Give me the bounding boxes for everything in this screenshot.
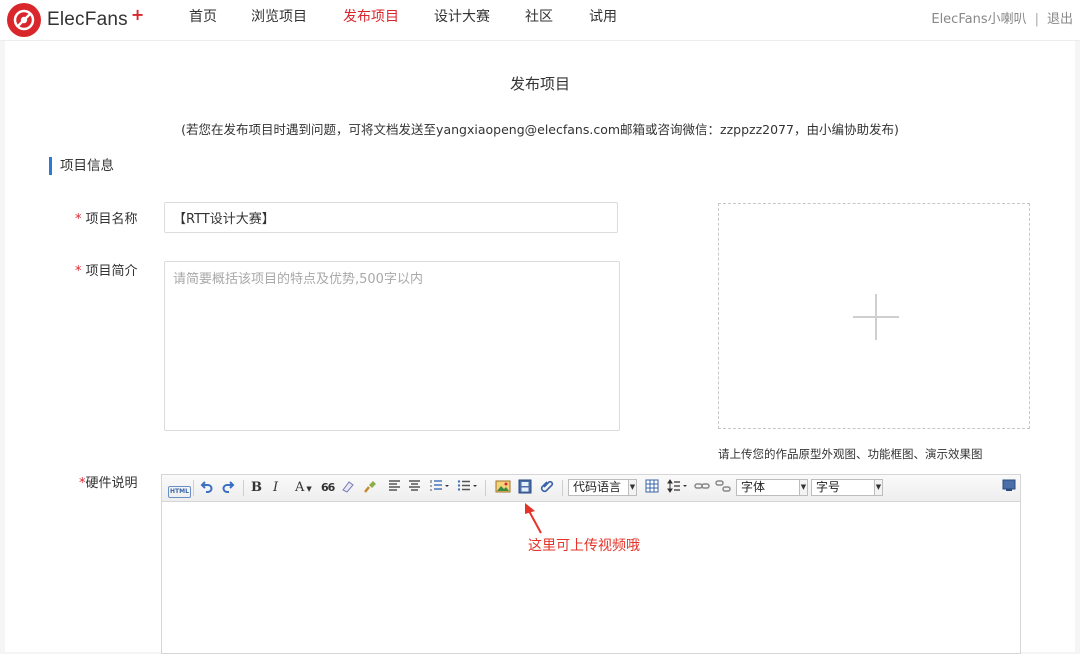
font-family-select[interactable]: 字体 ▼ — [736, 479, 808, 496]
unlink-icon[interactable] — [715, 479, 731, 497]
user-bar: ElecFans小喇叭 | 退出 — [931, 8, 1073, 27]
user-separator: | — [1034, 12, 1039, 27]
logout-link[interactable]: 退出 — [1047, 12, 1073, 27]
line-height-icon[interactable] — [667, 479, 689, 497]
fullscreen-icon[interactable] — [1002, 479, 1016, 497]
insert-video-icon[interactable] — [518, 479, 532, 497]
font-size-select[interactable]: 字号 ▼ — [811, 479, 883, 496]
project-intro-label: * 项目简介 — [75, 264, 138, 279]
required-mark: * — [75, 264, 82, 279]
bold-button[interactable]: B — [251, 479, 262, 497]
hardware-editor[interactable]: HTML B I A ▼ 66 代码语言 ▼ 字体 ▼ 字号 ▼ — [161, 474, 1021, 654]
help-notice: (若您在发布项目时遇到问题，可将文档发送至yangxiaopeng@elecfa… — [181, 122, 899, 137]
annotation-arrow-icon — [525, 503, 542, 534]
brand-plus: + — [130, 4, 145, 24]
nav-item-home[interactable]: 首页 — [189, 0, 217, 34]
link-icon[interactable] — [694, 479, 710, 497]
image-upload-area[interactable] — [718, 203, 1030, 429]
redo-icon[interactable] — [221, 479, 235, 497]
ordered-list-icon[interactable] — [430, 479, 450, 497]
insert-image-icon[interactable] — [495, 479, 511, 497]
main-content: 发布项目 (若您在发布项目时遇到问题，可将文档发送至yangxiaopeng@e… — [5, 41, 1075, 654]
editor-toolbar: HTML B I A ▼ 66 代码语言 ▼ 字体 ▼ 字号 ▼ — [162, 475, 1020, 502]
nav-item-community[interactable]: 社区 — [525, 0, 553, 34]
video-upload-annotation: 这里可上传视频哦 — [528, 538, 640, 554]
nav-item-publish-project[interactable]: 发布项目 — [343, 0, 399, 34]
unordered-list-icon[interactable] — [457, 479, 479, 497]
page-title: 发布项目 — [509, 75, 570, 93]
section-title: 项目信息 — [49, 157, 114, 175]
nav-item-browse-projects[interactable]: 浏览项目 — [251, 0, 307, 34]
align-left-icon[interactable] — [388, 479, 401, 497]
project-name-label: * 项目名称 — [75, 212, 138, 227]
blockquote-button[interactable]: 66 — [321, 479, 335, 497]
upload-hint: 请上传您的作品原型外观图、功能框图、演示效果图 — [718, 447, 983, 461]
nav-item-trial[interactable]: 试用 — [589, 0, 617, 34]
required-mark: * — [75, 212, 82, 227]
code-language-select[interactable]: 代码语言 ▼ — [568, 479, 637, 496]
nav-item-design-contest[interactable]: 设计大赛 — [434, 0, 490, 34]
insert-table-icon[interactable] — [645, 479, 659, 497]
italic-button[interactable]: I — [273, 479, 278, 497]
font-color-button[interactable]: A ▼ — [295, 479, 312, 497]
project-name-input[interactable] — [164, 202, 618, 233]
brand-logo[interactable]: ElecFans + — [7, 3, 144, 37]
brand-name: ElecFans — [47, 9, 128, 30]
attachment-icon[interactable] — [540, 479, 555, 497]
undo-icon[interactable] — [200, 479, 214, 497]
project-intro-textarea[interactable] — [164, 261, 620, 431]
hardware-label: *硬件说明 — [79, 476, 138, 491]
plus-icon-vertical — [875, 294, 877, 340]
html-source-button[interactable]: HTML — [168, 480, 191, 498]
format-brush-icon[interactable] — [363, 479, 378, 497]
align-center-icon[interactable] — [408, 479, 421, 497]
eraser-icon[interactable] — [340, 479, 355, 497]
username-link[interactable]: ElecFans小喇叭 — [931, 12, 1026, 27]
top-navbar: ElecFans + 首页 浏览项目 发布项目 设计大赛 社区 试用 ElecF… — [0, 0, 1080, 41]
elecfans-logo-icon — [7, 3, 41, 37]
